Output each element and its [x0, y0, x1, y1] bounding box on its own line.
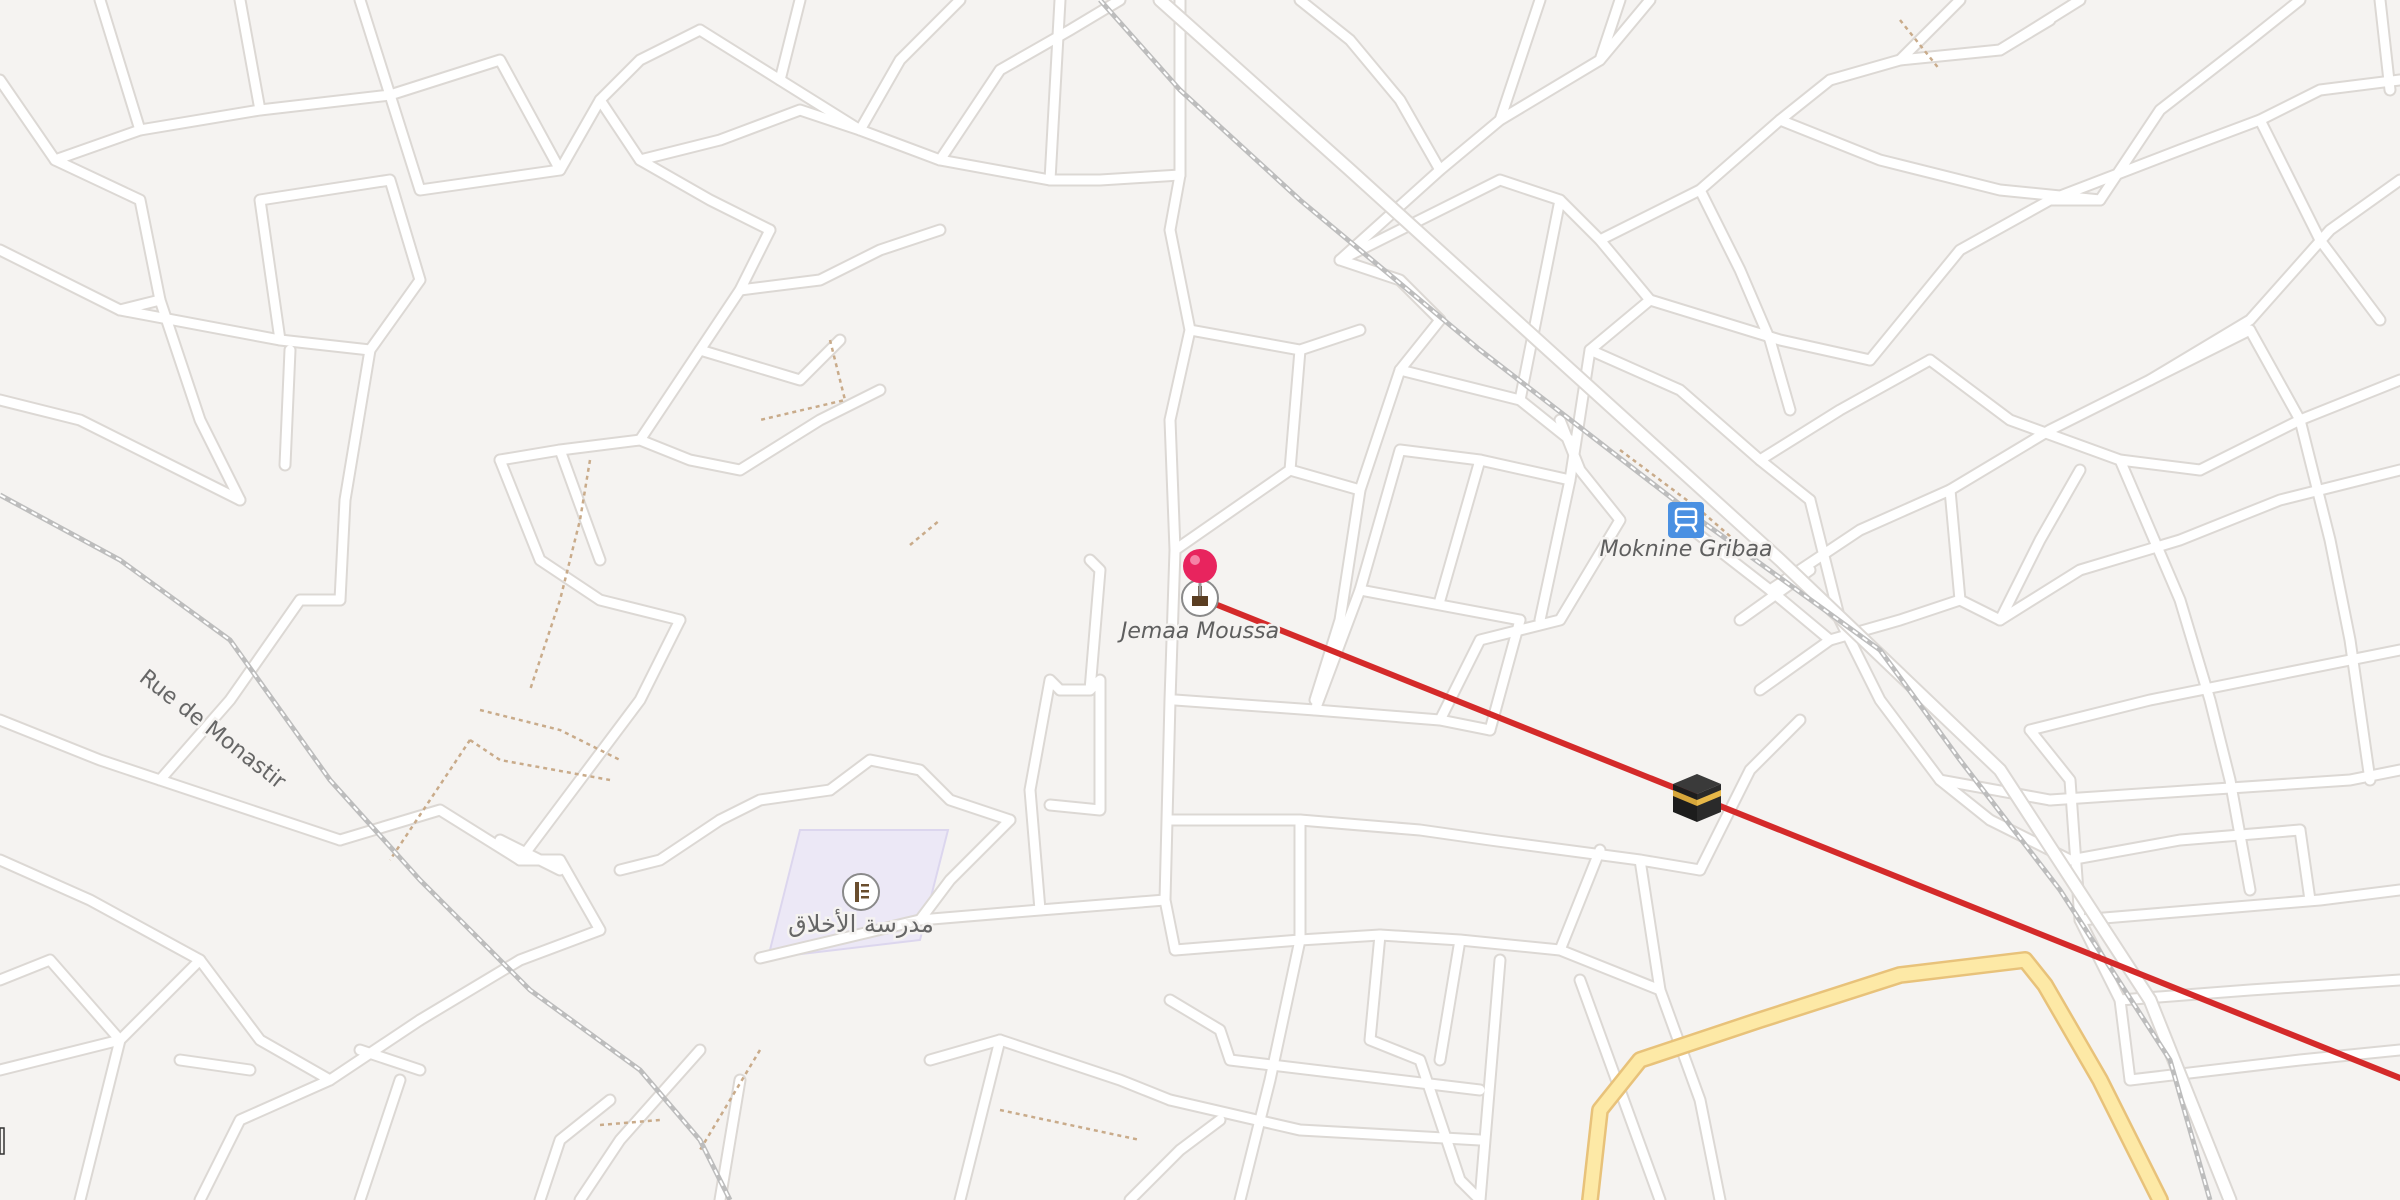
mosque-label: Jemaa Moussa: [1117, 619, 1279, 644]
school-icon: [842, 873, 880, 911]
train-station-icon[interactable]: [1668, 502, 1704, 538]
kaaba-icon[interactable]: [1673, 774, 1721, 822]
school-label: مدرسة الأخلاق: [788, 909, 934, 938]
map-canvas[interactable]: Rue de Monastir مدرسة الأخلاق Jemaa Mous…: [0, 0, 2400, 1200]
station-label: Moknine Gribaa: [1600, 537, 1773, 562]
